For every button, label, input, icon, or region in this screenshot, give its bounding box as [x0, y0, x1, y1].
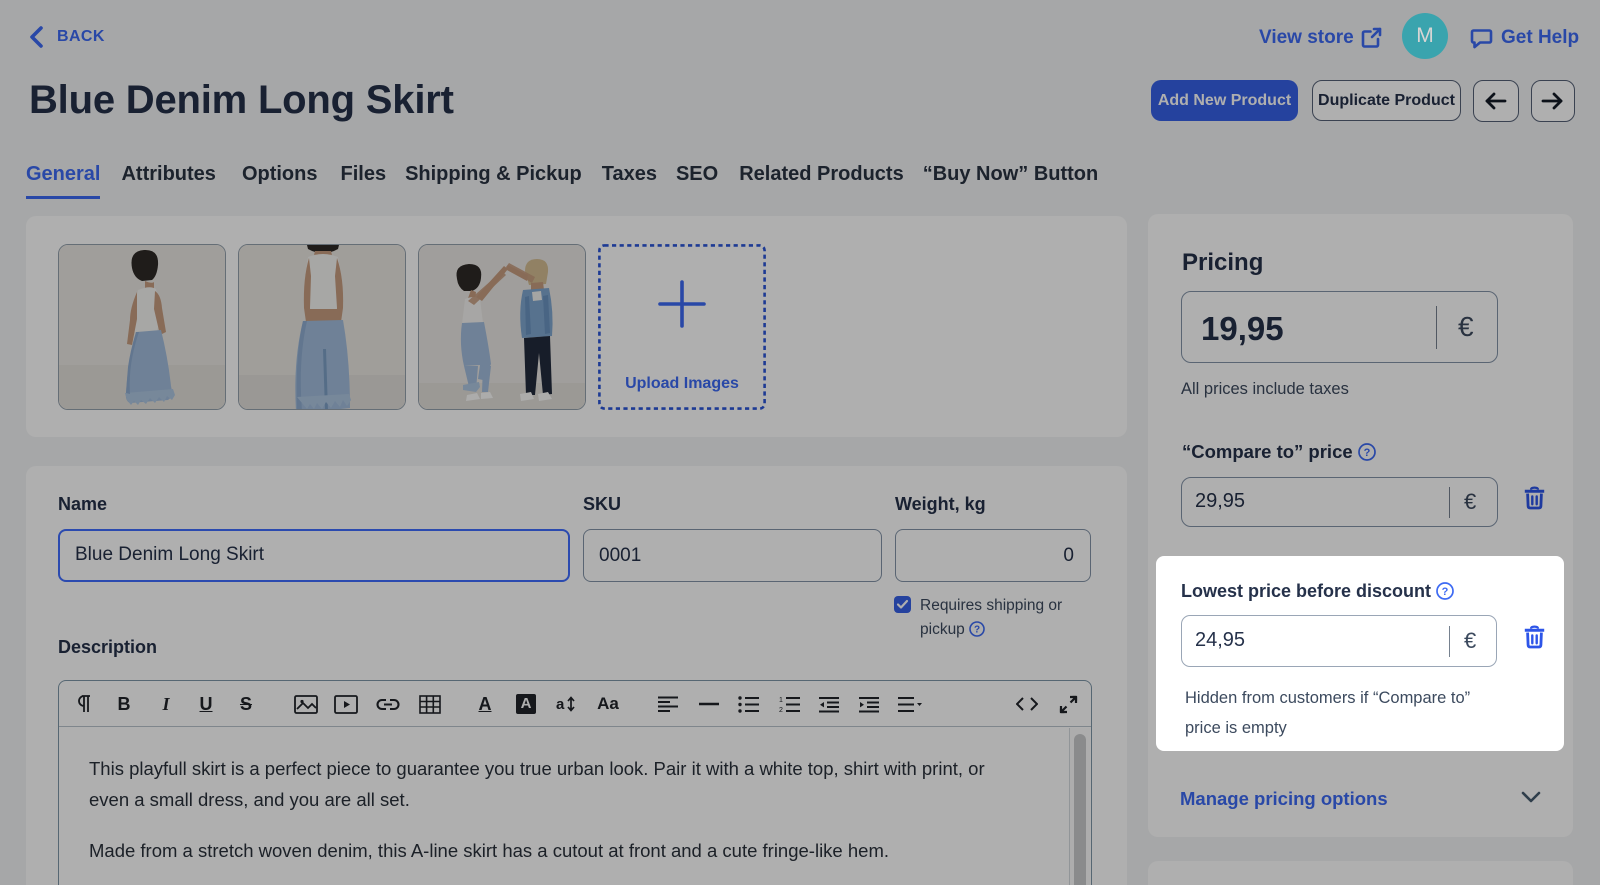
- svg-text:?: ?: [1442, 586, 1449, 598]
